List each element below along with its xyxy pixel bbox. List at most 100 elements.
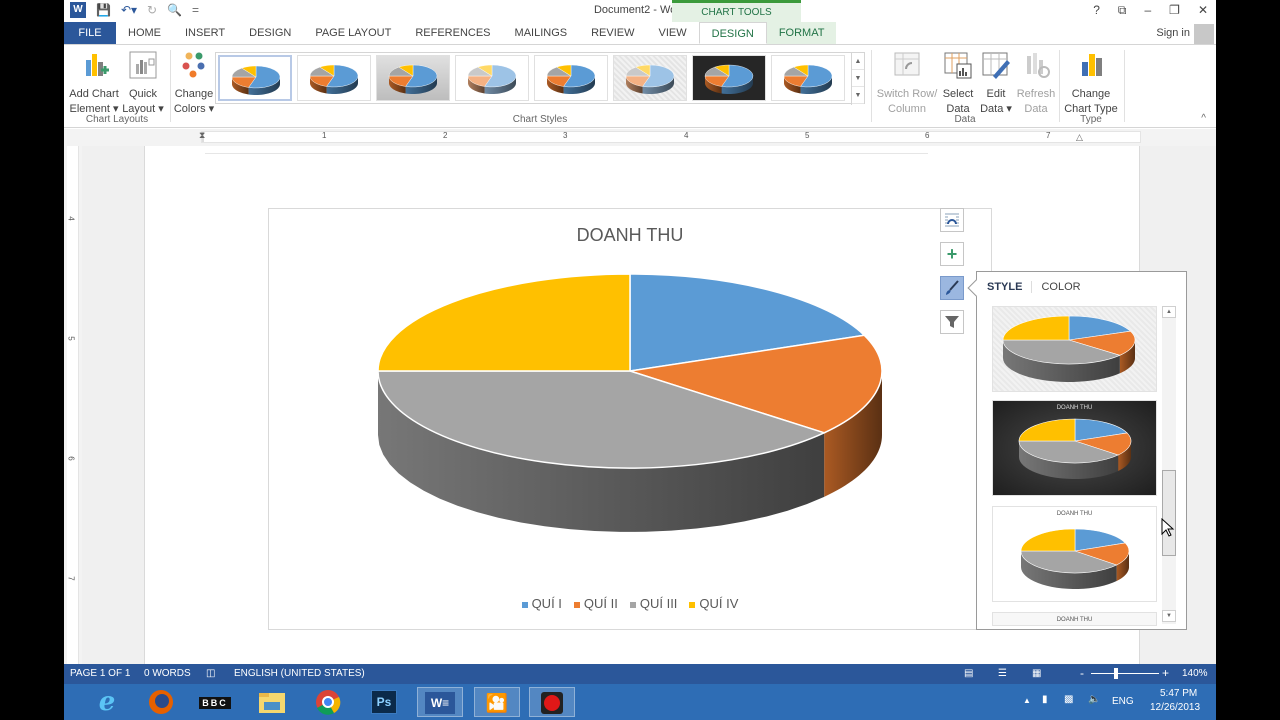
pie-slice-quí-iv[interactable] [1002,315,1070,341]
gallery-scroll-down-button[interactable]: ▼ [852,70,864,87]
vertical-ruler[interactable]: 4 5 6 7 [64,146,82,664]
show-hidden-icons-button[interactable]: ▲ [1023,696,1031,705]
zoom-level[interactable]: 140% [1182,668,1208,679]
web-layout-icon[interactable]: ▦ [1032,668,1041,679]
change-colors-button[interactable]: Change Colors ▾ [172,50,216,117]
tab-color[interactable]: COLOR [1041,281,1089,293]
style-option[interactable]: DOANH THU [992,612,1157,626]
scroll-down-button[interactable]: ▼ [1162,610,1176,622]
zoom-slider-handle[interactable] [1114,668,1118,679]
pie-chart[interactable] [269,209,993,631]
legend-item[interactable]: QUÍ II [573,596,618,611]
word-count[interactable]: 0 WORDS [144,668,191,679]
chart-style-option[interactable] [218,55,292,101]
network-icon[interactable]: ▩ [1064,694,1073,705]
taskbar-file-explorer[interactable] [249,687,295,717]
user-avatar[interactable] [1194,24,1214,44]
minimize-button[interactable]: – [1144,3,1151,18]
help-button[interactable]: ? [1093,3,1100,18]
pie-slice-quí-iv[interactable] [377,273,631,372]
right-indent-marker[interactable]: △ [1076,132,1083,143]
internet-explorer-icon: e [98,687,116,717]
taskbar-photoshop[interactable]: Ps [361,687,407,717]
refresh-data-button[interactable]: Refresh Data [1016,50,1056,117]
chart-elements-button[interactable]: + [940,242,964,266]
tab-home[interactable]: HOME [116,22,173,44]
gallery-scroll-up-button[interactable]: ▲ [852,53,864,70]
add-chart-element-button[interactable]: Add Chart Element ▾ [68,50,120,117]
chart-style-option[interactable] [297,55,371,101]
tab-page-layout[interactable]: PAGE LAYOUT [303,22,403,44]
style-option[interactable]: DOANH THU [992,400,1157,496]
pie-slice-quí-iv[interactable] [1018,418,1076,442]
collapse-ribbon-button[interactable]: ^ [1201,113,1206,124]
read-mode-icon[interactable]: ▤ [964,668,973,679]
page-count[interactable]: PAGE 1 OF 1 [70,668,130,679]
tab-chart-format[interactable]: FORMAT [766,22,837,44]
proofing-icon[interactable]: ◫ [206,668,215,679]
zoom-out-button[interactable]: - [1080,666,1084,680]
layout-options-button[interactable] [940,208,964,232]
sign-in-link[interactable]: Sign in [1156,27,1190,39]
tab-mailings[interactable]: MAILINGS [503,22,580,44]
taskbar-bbc[interactable]: BBC [192,687,238,717]
chart-style-option[interactable] [534,55,608,101]
taskbar-recorder[interactable] [529,687,575,717]
power-icon[interactable]: ▮ [1042,694,1048,705]
scrollbar-thumb[interactable] [1162,470,1176,556]
style-option[interactable]: DOANH THU [992,506,1157,602]
taskbar-chrome[interactable] [305,687,351,717]
tab-insert[interactable]: INSERT [173,22,237,44]
ruler-number: 7 [1046,131,1051,140]
chart-legend[interactable]: QUÍ I QUÍ II QUÍ III QUÍ IV [269,596,991,611]
tab-references[interactable]: REFERENCES [403,22,502,44]
restore-button[interactable]: ❐ [1169,3,1180,18]
scroll-up-button[interactable]: ▲ [1162,306,1176,318]
left-indent-marker[interactable]: ⧗ [199,130,205,141]
chart-styles-button[interactable] [940,276,964,300]
chart-style-option[interactable] [376,55,450,101]
tab-file[interactable]: FILE [64,22,116,44]
chart-style-option[interactable] [613,55,687,101]
chart-filters-button[interactable] [940,310,964,334]
style-pane-scrollbar[interactable]: ▲ ▼ [1162,306,1176,624]
clock-date[interactable]: 12/26/2013 [1150,702,1200,713]
change-chart-type-button[interactable]: Change Chart Type [1062,50,1120,117]
close-button[interactable]: ✕ [1198,3,1208,18]
word-window: W 💾 ↶▾ ↻ 🔍 = Document2 - Word CHART TOOL… [64,0,1216,720]
ribbon-display-options-button[interactable]: ⧉ [1118,3,1127,18]
horizontal-ruler[interactable]: 1 2 3 4 5 6 7 ⧗ △ [64,129,1216,146]
tab-style[interactable]: STYLE [987,281,1033,293]
switch-row-column-button[interactable]: Switch Row/ Column [874,50,940,117]
edit-data-button[interactable]: Edit Data ▾ [978,50,1014,117]
style-option[interactable] [992,306,1157,392]
tab-review[interactable]: REVIEW [579,22,646,44]
tab-chart-design[interactable]: DESIGN [698,22,767,44]
gallery-more-button[interactable]: ▼ [852,87,864,104]
chart-area[interactable]: DOANH THU QUÍ I QUÍ II QUÍ III QUÍ IV [268,208,992,630]
tab-design[interactable]: DESIGN [237,22,303,44]
print-layout-icon[interactable]: ☰ [998,668,1007,679]
zoom-slider[interactable] [1091,673,1159,674]
chart-style-option[interactable] [771,55,845,101]
input-language[interactable]: ENG [1112,696,1134,707]
volume-icon[interactable]: 🔈 [1088,694,1100,705]
zoom-in-button[interactable]: + [1162,666,1169,680]
select-data-button[interactable]: Select Data [940,50,976,117]
legend-item[interactable]: QUÍ III [629,596,677,611]
legend-item[interactable]: QUÍ IV [689,596,738,611]
taskbar-firefox[interactable] [138,687,184,717]
chart-style-option[interactable] [455,55,529,101]
taskbar-video-app[interactable]: 🎦 [474,687,520,717]
clock-time[interactable]: 5:47 PM [1160,688,1197,699]
quick-layout-button[interactable]: Quick Layout ▾ [122,50,164,117]
legend-item[interactable]: QUÍ I [521,596,562,611]
taskbar-internet-explorer[interactable]: e [84,687,130,717]
chart-title[interactable]: DOANH THU [269,225,991,246]
taskbar-word[interactable]: W≡ [417,687,463,717]
word-icon: W≡ [424,692,456,714]
pie-slice-quí-iv[interactable] [1020,528,1076,552]
tab-view[interactable]: VIEW [647,22,699,44]
chart-style-option[interactable] [692,55,766,101]
language-indicator[interactable]: ENGLISH (UNITED STATES) [234,668,365,679]
